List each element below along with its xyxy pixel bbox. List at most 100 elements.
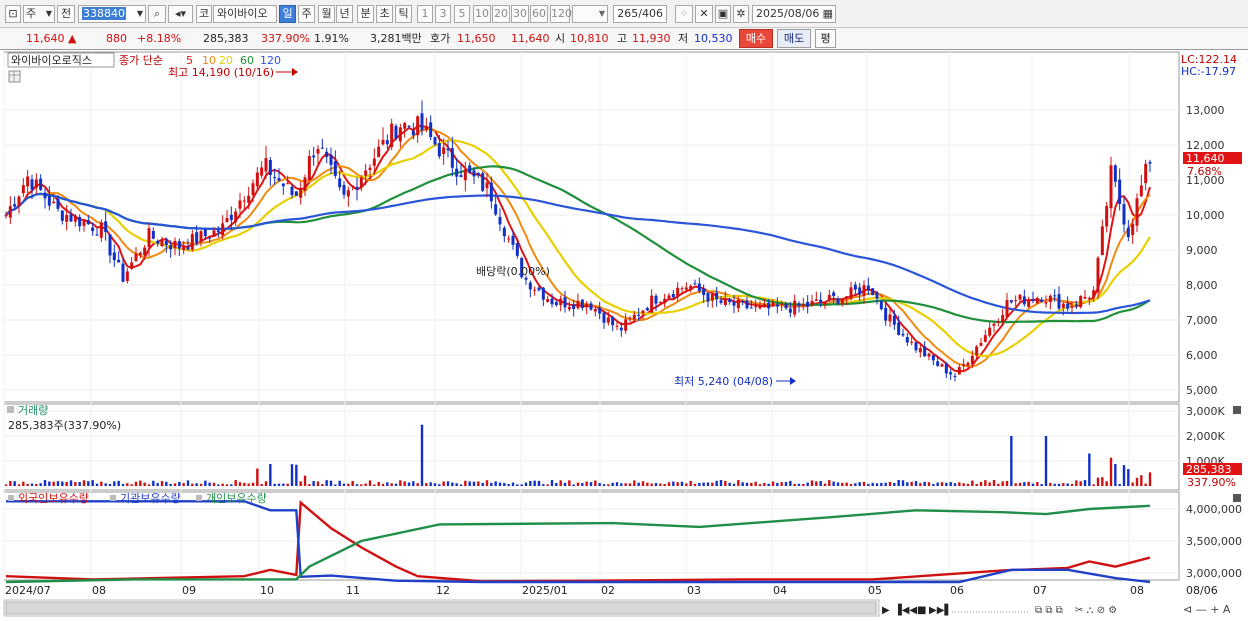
stock-name-field[interactable]: 와이바이오 bbox=[213, 5, 277, 23]
low-annotation: 최저 5,240 (04/08) bbox=[674, 375, 773, 388]
candle-body bbox=[424, 126, 428, 131]
prev-button[interactable]: 전 bbox=[57, 5, 75, 23]
date-input[interactable]: 2025/08/06 ▦ bbox=[752, 5, 836, 23]
sell-button[interactable]: 매도 bbox=[777, 29, 811, 48]
save-icon[interactable]: ▣ bbox=[715, 5, 731, 23]
period-button-1[interactable]: 주 bbox=[298, 5, 315, 23]
interval-button-30[interactable]: 30 bbox=[511, 5, 529, 23]
tools-icon[interactable]: ✂ ⛬ ⊘ ⚙ bbox=[1075, 605, 1117, 616]
candle-body bbox=[832, 292, 836, 296]
candle-body bbox=[567, 306, 571, 310]
buy-button[interactable]: 매수 bbox=[739, 29, 773, 48]
volume-bar bbox=[867, 483, 870, 486]
gear-icon[interactable]: ✲ bbox=[733, 5, 749, 23]
stock-code-input[interactable]: 338840 ▼ bbox=[78, 5, 146, 23]
candle-body bbox=[758, 305, 762, 309]
market-label[interactable]: 코 bbox=[196, 5, 212, 23]
search-icon[interactable]: ⌕ bbox=[148, 5, 166, 23]
count-display[interactable]: 265/406 bbox=[613, 5, 667, 23]
candle-body bbox=[879, 300, 883, 310]
volume-bar bbox=[1096, 477, 1100, 486]
candle-body bbox=[355, 186, 359, 190]
interval-button-20[interactable]: 20 bbox=[492, 5, 510, 23]
interval-dropdown[interactable]: ▼ bbox=[572, 5, 608, 23]
price-change: 880 bbox=[106, 32, 127, 45]
period-button-0[interactable]: 일 bbox=[279, 5, 296, 23]
candle-body bbox=[216, 230, 220, 233]
avg-button[interactable]: 평 bbox=[815, 29, 836, 48]
volume-bar bbox=[802, 483, 805, 486]
period-button-3[interactable]: 년 bbox=[336, 5, 353, 23]
stop-icon[interactable]: ■ bbox=[917, 605, 926, 616]
candle-body bbox=[589, 303, 593, 310]
speaker-icon[interactable]: ◂▾ bbox=[168, 5, 193, 23]
volume-bar bbox=[906, 482, 909, 486]
candle-body bbox=[892, 315, 896, 325]
volume-bar bbox=[910, 481, 913, 486]
interval-button-120[interactable]: 120 bbox=[550, 5, 572, 23]
chart-layout-icon[interactable]: ⊡ bbox=[5, 5, 21, 23]
table-icon[interactable] bbox=[8, 70, 21, 83]
candle-body bbox=[147, 228, 151, 248]
interval-button-3[interactable]: 3 bbox=[435, 5, 451, 23]
close-icon[interactable] bbox=[1233, 406, 1241, 414]
period-button-6[interactable]: 틱 bbox=[395, 5, 412, 23]
volume-bar bbox=[35, 483, 38, 486]
interval-button-1[interactable]: 1 bbox=[417, 5, 433, 23]
candle-body bbox=[182, 246, 186, 251]
volume-bar bbox=[143, 482, 146, 486]
calendar-icon: ▦ bbox=[822, 7, 833, 20]
candle-body bbox=[316, 149, 320, 154]
grid-icon[interactable]: ⁘ bbox=[675, 5, 693, 23]
candle-body bbox=[73, 215, 77, 222]
period-select[interactable]: 주 ▼ bbox=[23, 5, 55, 23]
ask-label: 호가 bbox=[430, 32, 451, 45]
copy-icon[interactable]: ⧉ ⧉ ⧉ bbox=[1035, 605, 1063, 616]
price-tick-label: 7,000 bbox=[1186, 314, 1218, 327]
scroll-first-icon[interactable]: ▐◀◀ bbox=[894, 603, 917, 616]
interval-button-60[interactable]: 60 bbox=[530, 5, 548, 23]
volume-bar bbox=[360, 484, 363, 486]
candle-body bbox=[901, 333, 905, 336]
candle-body bbox=[845, 296, 849, 298]
panel-handle-icon[interactable] bbox=[7, 406, 14, 413]
volume-bar bbox=[134, 481, 138, 486]
candle-body bbox=[403, 123, 407, 129]
x-axis-label: 09 bbox=[182, 584, 196, 597]
hc-label: HC:-17.97 bbox=[1181, 65, 1236, 78]
volume-bar bbox=[503, 482, 506, 486]
candle-body bbox=[775, 304, 779, 307]
volume-bar bbox=[221, 483, 224, 486]
volume-bar bbox=[511, 482, 515, 486]
volume-bar bbox=[806, 482, 809, 486]
scrollbar-thumb[interactable] bbox=[5, 601, 877, 615]
interval-button-5[interactable]: 5 bbox=[454, 5, 470, 23]
period-button-4[interactable]: 분 bbox=[357, 5, 374, 23]
volume-bar bbox=[901, 480, 905, 486]
candle-body bbox=[290, 186, 294, 196]
zoom-controls-icon[interactable]: ⊲ — + A bbox=[1183, 603, 1231, 616]
volume-bar bbox=[1040, 484, 1043, 486]
interval-button-10[interactable]: 10 bbox=[473, 5, 491, 23]
period-button-2[interactable]: 월 bbox=[318, 5, 335, 23]
stock-chart[interactable]: 13,00012,00011,00010,0009,0008,0007,0006… bbox=[0, 50, 1248, 621]
scroll-last-icon[interactable]: ▶▶▌ bbox=[929, 603, 952, 616]
candle-body bbox=[1057, 294, 1061, 309]
period-button-5[interactable]: 초 bbox=[376, 5, 393, 23]
candle-body bbox=[680, 288, 684, 290]
candle-body bbox=[502, 227, 506, 237]
candle-body bbox=[398, 127, 402, 142]
crosshair-icon[interactable]: ✕ bbox=[695, 5, 713, 23]
candle-body bbox=[1096, 257, 1100, 293]
volume-bar bbox=[256, 468, 259, 486]
period-select-label: 주 bbox=[26, 7, 37, 20]
volume-bar bbox=[1135, 477, 1139, 486]
chevron-down-icon: ▼ bbox=[45, 9, 52, 18]
candle-body bbox=[1079, 296, 1083, 308]
candle-body bbox=[442, 147, 446, 155]
close-icon[interactable] bbox=[1233, 494, 1241, 502]
scroll-right-icon[interactable]: ▶ bbox=[882, 605, 890, 616]
candle-body bbox=[459, 175, 463, 178]
price-tick-label: 12,000 bbox=[1186, 139, 1225, 152]
candle-body bbox=[598, 307, 602, 314]
